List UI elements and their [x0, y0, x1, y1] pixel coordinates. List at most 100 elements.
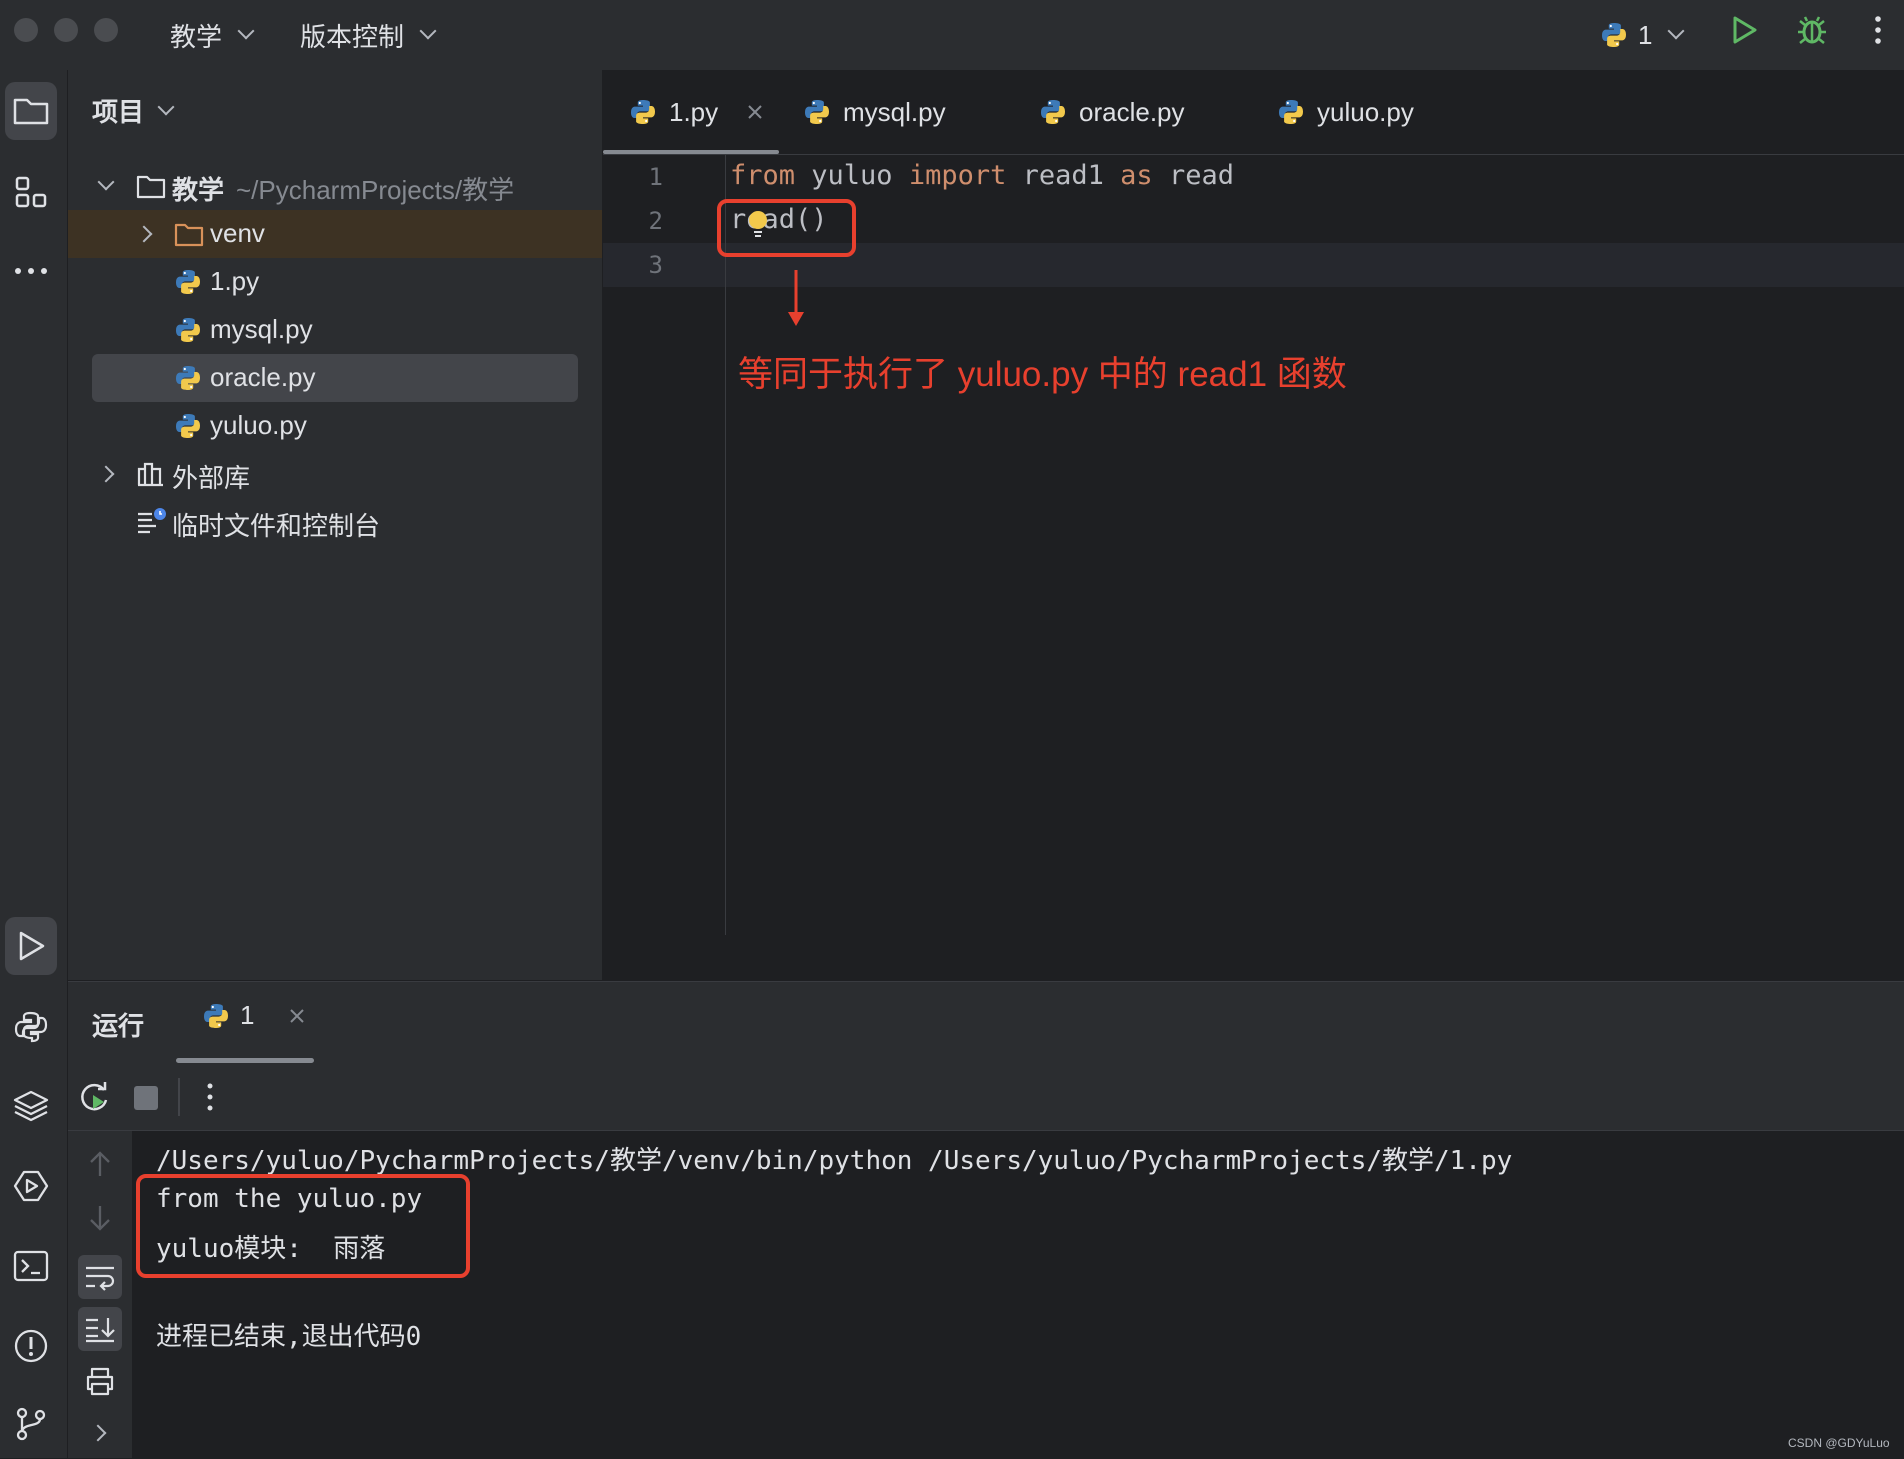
- run-tab-label: 1: [240, 1000, 255, 1030]
- python-packages-button[interactable]: [5, 1077, 57, 1135]
- tab-label: mysql.py: [843, 96, 946, 127]
- scratches-icon: [138, 508, 166, 534]
- code-line-1: from yuluo import read1 as read: [730, 160, 1234, 191]
- code-token: read1: [1006, 160, 1121, 191]
- problems-button[interactable]: [5, 1317, 57, 1375]
- git-branch-icon: [16, 1407, 46, 1441]
- soft-wrap-icon: [86, 1266, 115, 1291]
- tree-item-label: oracle.py: [210, 362, 316, 392]
- window-zoom-button[interactable]: [94, 18, 118, 42]
- services-button[interactable]: [5, 1157, 57, 1215]
- vcs-menu-label: 版本控制: [300, 21, 405, 52]
- run-panel-header: 运行 1: [68, 982, 1904, 1064]
- python-icon: [1600, 21, 1628, 49]
- chevron-down-icon: [237, 22, 255, 40]
- stop-icon[interactable]: [134, 1086, 158, 1110]
- tree-item-scratches[interactable]: 临时文件和控制台: [68, 498, 602, 546]
- python-icon: [202, 1002, 230, 1030]
- tab-label: oracle.py: [1079, 96, 1185, 127]
- run-tool-button[interactable]: [5, 917, 57, 975]
- highlight-box-output: [136, 1174, 470, 1278]
- more-tools-button[interactable]: [5, 242, 57, 300]
- keyword-as: as: [1120, 160, 1153, 191]
- terminal-button[interactable]: [5, 1237, 57, 1295]
- tree-item-label: yuluo.py: [210, 410, 307, 440]
- tab-yuluopy[interactable]: yuluo.py: [1277, 70, 1414, 154]
- console-command-line: /Users/yuluo/PycharmProjects/教学/venv/bin…: [156, 1146, 1513, 1176]
- code-token: yuluo: [795, 160, 909, 191]
- chevron-down-icon: [97, 173, 115, 191]
- run-panel-title: 运行: [92, 1011, 145, 1041]
- arrow-up-icon[interactable]: [86, 1149, 114, 1179]
- python-console-icon: [14, 1011, 48, 1043]
- code-token: read: [1152, 160, 1234, 191]
- run-icon[interactable]: [1728, 14, 1760, 46]
- arrow-down-icon[interactable]: [86, 1203, 114, 1233]
- scroll-to-end-button[interactable]: [78, 1307, 122, 1351]
- tree-item-label: 1.py: [210, 266, 260, 296]
- line-number: 1: [648, 163, 663, 191]
- rerun-icon[interactable]: [78, 1080, 112, 1114]
- window-minimize-button[interactable]: [54, 18, 78, 42]
- soft-wrap-button[interactable]: [78, 1255, 122, 1299]
- tree-item-venv[interactable]: venv: [68, 210, 602, 258]
- window-close-button[interactable]: [14, 18, 38, 42]
- line-number: 3: [648, 251, 663, 279]
- library-icon: [137, 462, 163, 487]
- highlight-box-read-call: [717, 199, 856, 257]
- layers-icon: [13, 1090, 49, 1122]
- more-options-icon[interactable]: [1868, 14, 1888, 46]
- tab-oraclepy[interactable]: oracle.py: [1039, 70, 1185, 154]
- tree-root-name: 教学: [172, 175, 225, 205]
- tree-root-path: ~/PycharmProjects/教学: [236, 175, 515, 205]
- run-config-selector[interactable]: 1: [1600, 12, 1685, 58]
- vcs-menu[interactable]: 版本控制: [300, 12, 437, 58]
- close-icon[interactable]: [288, 1007, 306, 1025]
- tree-item-1py[interactable]: 1.py: [68, 258, 602, 306]
- services-icon: [13, 1170, 49, 1202]
- print-icon[interactable]: [84, 1365, 116, 1397]
- python-file-icon: [1277, 98, 1305, 126]
- python-file-icon: [174, 316, 202, 344]
- python-file-icon: [629, 98, 657, 126]
- project-tool-button[interactable]: [5, 82, 57, 140]
- python-console-button[interactable]: [5, 998, 57, 1056]
- python-file-icon: [1039, 98, 1067, 126]
- terminal-icon: [13, 1250, 49, 1282]
- chevron-right-icon[interactable]: [89, 1424, 107, 1442]
- project-menu-label: 教学: [170, 21, 223, 52]
- close-icon[interactable]: [746, 103, 764, 121]
- tab-mysqlpy[interactable]: mysql.py: [803, 70, 946, 154]
- folder-icon: [136, 175, 166, 199]
- active-tab-indicator: [603, 150, 779, 154]
- python-file-icon: [174, 412, 202, 440]
- folder-icon: [13, 98, 49, 125]
- chevron-down-icon: [1667, 22, 1685, 40]
- active-run-tab-indicator: [176, 1058, 314, 1063]
- tree-item-label: mysql.py: [210, 314, 313, 344]
- run-toolbar: [68, 1064, 1904, 1131]
- more-options-icon[interactable]: [202, 1080, 218, 1114]
- tree-item-mysqlpy[interactable]: mysql.py: [68, 306, 602, 354]
- python-file-icon: [174, 268, 202, 296]
- annotation-text: 等同于执行了 yuluo.py 中的 read1 函数: [738, 355, 1347, 394]
- tree-root-row[interactable]: 教学 ~/PycharmProjects/教学: [68, 162, 602, 210]
- folder-icon: [174, 223, 204, 247]
- tree-item-oraclepy[interactable]: oracle.py: [92, 354, 578, 402]
- tree-item-external-libs[interactable]: 外部库: [68, 450, 602, 498]
- tree-item-label: 临时文件和控制台: [172, 511, 381, 541]
- tab-1py[interactable]: 1.py: [629, 70, 764, 154]
- git-button[interactable]: [5, 1395, 57, 1453]
- tree-item-yuluopy[interactable]: yuluo.py: [68, 402, 602, 450]
- run-tab-1[interactable]: 1: [202, 1000, 306, 1031]
- debug-icon[interactable]: [1794, 12, 1830, 48]
- tree-item-label: 外部库: [172, 463, 251, 493]
- project-panel-title: 项目: [92, 97, 145, 127]
- structure-icon: [15, 176, 47, 208]
- project-menu[interactable]: 教学: [170, 12, 255, 58]
- structure-tool-button[interactable]: [5, 163, 57, 221]
- chevron-down-icon: [419, 22, 437, 40]
- project-panel-header[interactable]: 项目: [92, 92, 175, 129]
- run-config-label: 1: [1638, 19, 1653, 50]
- warning-circle-icon: [14, 1329, 48, 1363]
